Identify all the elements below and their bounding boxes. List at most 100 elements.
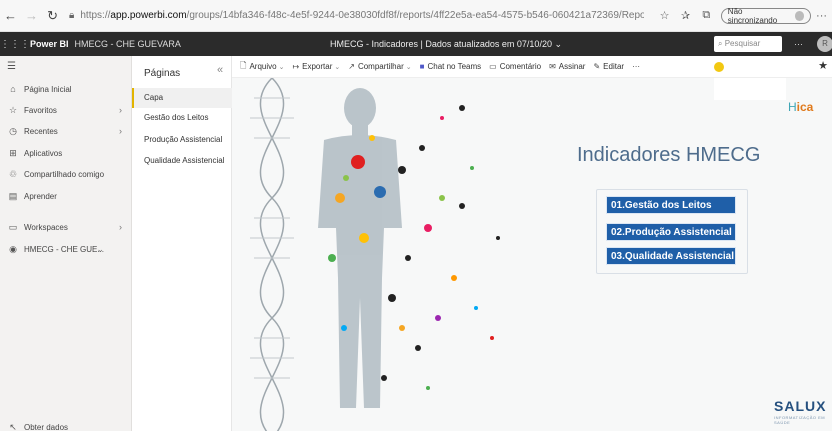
nav-item-recent[interactable]: ◷ Recentes › (0, 121, 132, 141)
report-toolbar: 🗋︎ Arquivo ⌄ ↦ Exportar ⌄ ↗ Compartilhar ⌄ ■ Ch… (232, 56, 832, 78)
browser-menu-icon[interactable]: ··· (811, 10, 832, 22)
teams-label: Chat no Teams (427, 62, 482, 71)
comment-label: Comentário (499, 62, 542, 71)
export-icon: ↦ (292, 62, 300, 71)
get-data-label: Obter dados (24, 422, 69, 432)
teams-icon: ■ (419, 62, 425, 71)
sync-status-button[interactable]: Não sincronizando (720, 6, 812, 25)
refresh-icon[interactable]: ↻ (42, 8, 63, 24)
report-title-dropdown[interactable]: HMECG - Indicadores | Dados atualizados … (330, 32, 562, 56)
nav-item-shared[interactable]: ♲ Compartilhado comigo (0, 164, 132, 184)
app-name[interactable]: Power BI (30, 39, 69, 49)
edit-label: Editar (603, 62, 625, 71)
star-icon: ☆ (8, 104, 18, 115)
chevron-right-icon: › (119, 222, 122, 232)
file-menu[interactable]: 🗋︎ Arquivo ⌄ (240, 60, 284, 74)
url-protocol: https:// (80, 10, 111, 21)
workspaces-icon: ▭ (8, 221, 18, 232)
toolbar-more-icon[interactable]: ··· (632, 62, 640, 71)
report-title: Indicadores HMECG (577, 144, 761, 166)
share-label: Compartilhar (357, 62, 404, 71)
left-navigation: ☰ ⌂ Página Inicial ☆ Favoritos › ◷ Recentes ›… (0, 56, 132, 432)
profile-avatar (794, 10, 805, 21)
favorite-star-icon[interactable]: ☆ (654, 9, 675, 22)
page-tab-gestao-leitos[interactable]: Gestão dos Leitos (132, 108, 232, 128)
logo-placeholder (714, 78, 786, 100)
chevron-right-icon: › (119, 105, 122, 115)
nav-item-apps[interactable]: ⊞ Aplicativos (0, 143, 132, 163)
comment-icon: ▭ (489, 62, 497, 71)
nav-item-label: Página Inicial (24, 84, 72, 94)
salux-logo: SALUX (774, 398, 827, 414)
export-menu[interactable]: ↦ Exportar ⌄ (292, 62, 340, 71)
pages-title: Páginas (144, 68, 181, 79)
nav-item-label: Compartilhado comigo (24, 169, 105, 179)
nav-item-home[interactable]: ⌂ Página Inicial (0, 79, 132, 99)
subscribe-button[interactable]: ✉ Assinar (549, 62, 585, 71)
edit-button[interactable]: ✎ Editar (593, 62, 624, 71)
nav-item-label: Favoritos (24, 105, 57, 115)
nav-item-workspace-hmecg[interactable]: ◉ HMECG - CHE GUE... ⌄ (0, 239, 132, 259)
teams-chat-button[interactable]: ■ Chat no Teams (420, 62, 482, 71)
shared-icon: ♲ (8, 168, 18, 179)
nav-item-label: Aprender (24, 191, 57, 201)
nav-item-workspaces[interactable]: ▭ Workspaces › (0, 217, 132, 237)
book-icon: ▤ (8, 190, 18, 201)
hamburger-menu-icon[interactable]: ☰ (7, 61, 16, 72)
chevron-right-icon: › (119, 126, 122, 136)
chevron-down-icon: ⌄ (334, 63, 341, 71)
nav-button-qualidade[interactable]: 03.Qualidade Assistencial (606, 247, 736, 265)
back-arrow-icon[interactable]: ← (0, 8, 21, 23)
nav-button-producao[interactable]: 02.Produção Assistencial (606, 223, 736, 241)
toolbar-right: ★ (714, 56, 832, 77)
search-icon: ⌕ (718, 39, 723, 48)
nav-item-learn[interactable]: ▤ Aprender (0, 186, 132, 206)
more-options-icon[interactable]: ··· (794, 32, 803, 56)
report-canvas: Hica Indicadores HMECG 01.Gestão dos Lei… (232, 78, 832, 431)
nav-item-label: HMECG - CHE GUE... (24, 244, 105, 254)
page-tab-producao[interactable]: Produção Assistencial (132, 130, 232, 150)
search-input[interactable]: ⌕ Pesquisar (714, 36, 782, 52)
logo-top-left: H (788, 100, 797, 114)
report-title-text: HMECG - Indicadores | Dados atualizados … (330, 39, 552, 49)
nav-item-label: Recentes (24, 126, 58, 136)
workspace-breadcrumb[interactable]: HMECG - CHE GUEVARA (75, 39, 181, 49)
page-tab-qualidade[interactable]: Qualidade Assistencial (132, 151, 232, 171)
forward-arrow-icon[interactable]: → (21, 8, 42, 23)
address-bar[interactable]: 🔒︎ https://app.powerbi.com/groups/14bfa3… (69, 10, 644, 21)
collections-icon[interactable]: ⧉ (696, 9, 717, 22)
home-icon: ⌂ (10, 84, 16, 94)
salux-logo-subtitle: INFORMATIZAÇÃO EM SAÚDE (774, 415, 826, 425)
lock-icon: 🔒︎ (69, 10, 75, 21)
collapse-pages-icon[interactable]: « (217, 64, 223, 76)
pages-pane: Páginas « Capa Gestão dos Leitos Produçã… (132, 56, 232, 431)
app-launcher-icon[interactable]: ⋮⋮⋮ (0, 39, 30, 50)
nav-item-favorites[interactable]: ☆ Favoritos › (0, 100, 132, 120)
logo-top-right: ica (796, 100, 814, 114)
workspace-avatar-icon: ◉ (9, 243, 17, 254)
favorites-list-icon[interactable]: ✰ (675, 9, 696, 22)
sync-label: Não sincronizando (727, 6, 778, 25)
file-label: Arquivo (249, 62, 277, 71)
file-icon: 🗋︎ (240, 60, 247, 70)
user-avatar[interactable]: R (817, 36, 832, 52)
mail-icon: ✉ (549, 62, 556, 71)
browser-toolbar: ← → ↻ 🔒︎ https://app.powerbi.com/groups/… (0, 0, 832, 32)
apps-icon: ⊞ (9, 147, 17, 158)
chevron-down-icon: ⌄ (278, 63, 285, 71)
page-tab-capa[interactable]: Capa (132, 88, 232, 108)
subscribe-label: Assinar (558, 62, 586, 71)
nav-item-label: Workspaces (24, 222, 68, 232)
export-label: Exportar (302, 62, 333, 71)
url-host: app.powerbi.com (110, 10, 187, 21)
share-menu[interactable]: ↗ Compartilhar ⌄ (348, 62, 411, 71)
favorite-star-icon[interactable]: ★ (818, 59, 828, 72)
nav-button-gestao-leitos[interactable]: 01.Gestão dos Leitos (606, 196, 736, 214)
nav-item-label: Aplicativos (24, 148, 63, 158)
share-icon: ↗ (348, 62, 355, 71)
status-dot-icon (714, 62, 724, 72)
get-data-link[interactable]: ↖ Obter dados (0, 417, 132, 437)
search-placeholder: Pesquisar (724, 39, 761, 48)
powerbi-header: ⋮⋮⋮ Power BI HMECG - CHE GUEVARA HMECG -… (0, 32, 832, 56)
comment-button[interactable]: ▭ Comentário (489, 62, 541, 71)
